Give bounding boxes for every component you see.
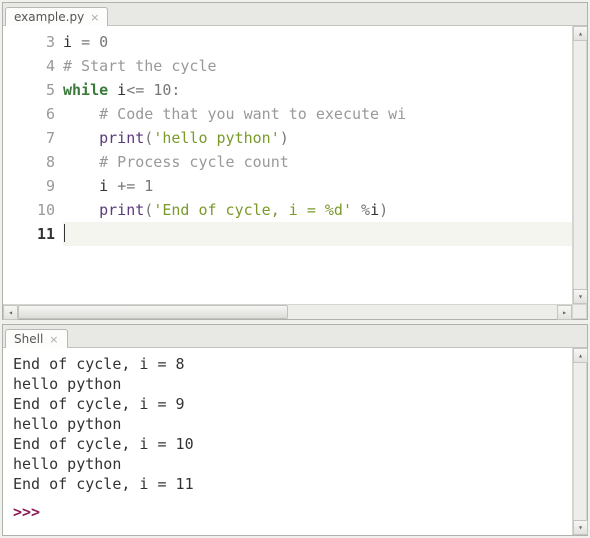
shell-body[interactable]: End of cycle, i = 8 hello python End of … bbox=[3, 348, 572, 535]
line-number: 11 bbox=[3, 222, 55, 246]
line-number: 3 bbox=[3, 30, 55, 54]
line-number: 4 bbox=[3, 54, 55, 78]
scroll-v-track[interactable] bbox=[573, 41, 587, 289]
code-line[interactable]: print('hello python') bbox=[63, 126, 572, 150]
shell-vertical-scrollbar[interactable]: ▴ ▾ bbox=[572, 348, 587, 535]
shell-prompt[interactable]: >>> bbox=[13, 502, 562, 522]
scroll-up-icon[interactable]: ▴ bbox=[573, 26, 587, 41]
scroll-left-icon[interactable]: ◂ bbox=[3, 305, 18, 320]
scroll-right-icon[interactable]: ▸ bbox=[557, 305, 572, 320]
text-cursor bbox=[64, 224, 65, 242]
scroll-v-track[interactable] bbox=[573, 363, 587, 520]
code-lines[interactable]: i = 0# Start the cyclewhile i<= 10: # Co… bbox=[63, 26, 572, 304]
tab-label: Shell bbox=[14, 332, 43, 346]
editor-horizontal-scrollbar[interactable]: ◂ ▸ bbox=[3, 304, 572, 319]
code-line[interactable] bbox=[63, 222, 572, 246]
scroll-h-thumb[interactable] bbox=[18, 305, 288, 319]
editor-tabbar: example.py × bbox=[3, 3, 587, 26]
close-icon[interactable]: × bbox=[90, 12, 99, 23]
line-number-gutter: 34567891011 bbox=[3, 26, 63, 304]
line-number: 9 bbox=[3, 174, 55, 198]
code-line[interactable]: while i<= 10: bbox=[63, 78, 572, 102]
code-line[interactable]: # Start the cycle bbox=[63, 54, 572, 78]
tab-shell[interactable]: Shell × bbox=[5, 329, 68, 348]
editor-vertical-scrollbar[interactable]: ▴ ▾ bbox=[572, 26, 587, 304]
line-number: 8 bbox=[3, 150, 55, 174]
code-line[interactable]: print('End of cycle, i = %d' %i) bbox=[63, 198, 572, 222]
scroll-corner bbox=[572, 304, 587, 319]
code-line[interactable]: i += 1 bbox=[63, 174, 572, 198]
scroll-up-icon[interactable]: ▴ bbox=[573, 348, 588, 363]
line-number: 5 bbox=[3, 78, 55, 102]
close-icon[interactable]: × bbox=[49, 334, 58, 345]
line-number: 10 bbox=[3, 198, 55, 222]
code-line[interactable]: i = 0 bbox=[63, 30, 572, 54]
shell-output: End of cycle, i = 8 hello python End of … bbox=[13, 354, 562, 494]
editor-bottom-scroll-row: ◂ ▸ bbox=[3, 304, 587, 319]
tab-label: example.py bbox=[14, 10, 84, 24]
scroll-h-track[interactable] bbox=[18, 305, 557, 319]
code-line[interactable]: # Process cycle count bbox=[63, 150, 572, 174]
tab-example-py[interactable]: example.py × bbox=[5, 7, 108, 26]
line-number: 7 bbox=[3, 126, 55, 150]
editor-pane: example.py × 34567891011 i = 0# Start th… bbox=[2, 2, 588, 320]
code-area[interactable]: 34567891011 i = 0# Start the cyclewhile … bbox=[3, 26, 587, 304]
scroll-down-icon[interactable]: ▾ bbox=[573, 289, 587, 304]
shell-tabbar: Shell × bbox=[3, 325, 587, 348]
scroll-down-icon[interactable]: ▾ bbox=[573, 520, 588, 535]
line-number: 6 bbox=[3, 102, 55, 126]
shell-pane: Shell × End of cycle, i = 8 hello python… bbox=[2, 324, 588, 536]
code-line[interactable]: # Code that you want to execute wi bbox=[63, 102, 572, 126]
